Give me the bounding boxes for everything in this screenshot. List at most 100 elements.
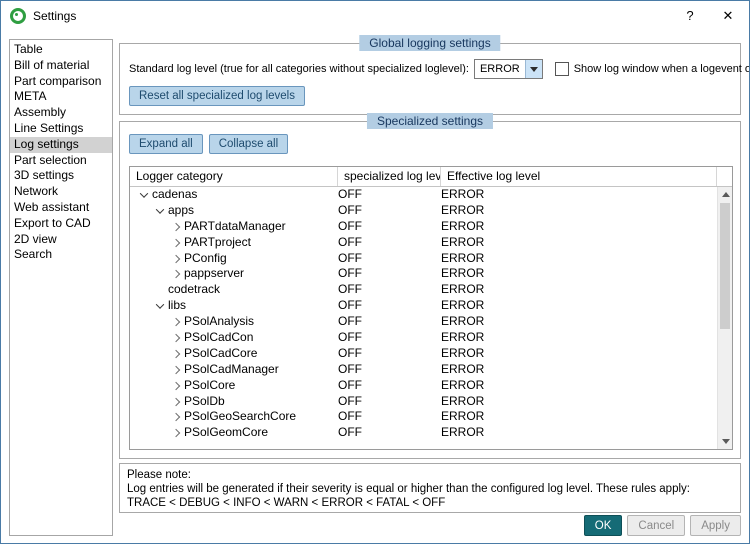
tree-row-psolgeosearchcore[interactable]: PSolGeoSearchCore OFF ERROR xyxy=(130,409,717,425)
sidebar-item-line-settings[interactable]: Line Settings xyxy=(10,121,112,137)
tree-row-cadenas[interactable]: cadenas OFF ERROR xyxy=(130,187,717,203)
specialized-group-title: Specialized settings xyxy=(366,113,494,129)
reset-specialized-levels-button[interactable]: Reset all specialized log levels xyxy=(129,86,305,106)
sidebar-item-network[interactable]: Network xyxy=(10,184,112,200)
tree-row-pappserver[interactable]: pappserver OFF ERROR xyxy=(130,266,717,282)
specialized-level-value: OFF xyxy=(338,298,362,313)
column-header-effective-level[interactable]: Effective log level xyxy=(441,167,717,186)
note-line-2: Log entries will be generated if their s… xyxy=(127,483,690,495)
show-log-window-checkbox[interactable] xyxy=(554,62,569,76)
note-line-1: Please note: xyxy=(127,469,191,481)
collapse-arrow-icon[interactable] xyxy=(136,187,152,203)
help-button[interactable]: ? xyxy=(679,7,701,25)
specialized-level-value: OFF xyxy=(338,234,362,249)
sidebar-item-part-selection[interactable]: Part selection xyxy=(10,153,112,169)
expand-arrow-icon[interactable] xyxy=(168,362,184,378)
scroll-down-icon[interactable] xyxy=(718,434,732,449)
effective-level-value: ERROR xyxy=(441,393,485,408)
sidebar-item-export-to-cad[interactable]: Export to CAD xyxy=(10,216,112,232)
tree-row-apps[interactable]: apps OFF ERROR xyxy=(130,203,717,219)
apply-button[interactable]: Apply xyxy=(690,515,741,536)
tree-toolbar: Expand all Collapse all xyxy=(129,134,289,154)
specialized-level-value: OFF xyxy=(338,393,362,408)
logger-category-label: PARTdataManager xyxy=(184,218,286,233)
specialized-level-value: OFF xyxy=(338,345,362,360)
close-button[interactable]: ✕ xyxy=(717,7,739,25)
effective-level-value: ERROR xyxy=(441,361,485,376)
tree-row-psolanalysis[interactable]: PSolAnalysis OFF ERROR xyxy=(130,314,717,330)
expand-arrow-icon[interactable] xyxy=(168,425,184,441)
column-header-specialized-level[interactable]: specialized log level xyxy=(338,167,441,186)
tree-row-pconfig[interactable]: PConfig OFF ERROR xyxy=(130,251,717,267)
scrollbar-thumb[interactable] xyxy=(720,203,730,329)
sidebar-item-meta[interactable]: META xyxy=(10,89,112,105)
chevron-down-icon[interactable] xyxy=(524,60,542,78)
expand-arrow-icon[interactable] xyxy=(168,330,184,346)
sidebar-item-search[interactable]: Search xyxy=(10,247,112,263)
logger-category-label: codetrack xyxy=(168,282,221,297)
sidebar-item-web-assistant[interactable]: Web assistant xyxy=(10,200,112,216)
tree-row-psolcadcore[interactable]: PSolCadCore OFF ERROR xyxy=(130,346,717,362)
logger-category-label: PSolAnalysis xyxy=(184,314,255,329)
log-level-value: ERROR xyxy=(479,63,520,75)
global-group-title: Global logging settings xyxy=(359,35,501,51)
sidebar-item-assembly[interactable]: Assembly xyxy=(10,105,112,121)
show-log-window-label: Show log window when a logevent occur xyxy=(573,63,749,75)
effective-level-value: ERROR xyxy=(441,187,485,201)
collapse-arrow-icon[interactable] xyxy=(152,298,168,314)
sidebar-item-2d-view[interactable]: 2D view xyxy=(10,232,112,248)
expand-arrow-icon[interactable] xyxy=(168,266,184,282)
column-header-logger-category[interactable]: Logger category xyxy=(130,167,338,186)
sidebar-item-3d-settings[interactable]: 3D settings xyxy=(10,168,112,184)
expand-arrow-icon[interactable] xyxy=(168,251,184,267)
show-log-window-option[interactable]: Show log window when a logevent occur xyxy=(554,62,749,76)
vertical-scrollbar[interactable] xyxy=(717,187,732,449)
standard-log-level-row: Standard log level (true for all categor… xyxy=(129,59,749,79)
logger-category-label: PSolCadCon xyxy=(184,330,254,345)
tree-row-codetrack[interactable]: codetrack OFF ERROR xyxy=(130,282,717,298)
tree-row-libs[interactable]: libs OFF ERROR xyxy=(130,298,717,314)
effective-level-value: ERROR xyxy=(441,218,485,233)
effective-level-value: ERROR xyxy=(441,282,485,297)
expand-arrow-icon[interactable] xyxy=(168,378,184,394)
note-box: Please note: Log entries will be generat… xyxy=(119,463,741,513)
cancel-button[interactable]: Cancel xyxy=(627,515,686,536)
sidebar-item-log-settings[interactable]: Log settings xyxy=(10,136,112,153)
specialized-settings-group: Specialized settings Expand all Collapse… xyxy=(119,113,741,459)
sidebar-item-bill-of-material[interactable]: Bill of material xyxy=(10,58,112,74)
effective-level-value: ERROR xyxy=(441,314,485,329)
expand-arrow-icon[interactable] xyxy=(168,346,184,362)
tree-row-partproject[interactable]: PARTproject OFF ERROR xyxy=(130,235,717,251)
collapse-arrow-icon[interactable] xyxy=(152,203,168,219)
sidebar-item-part-comparison[interactable]: Part comparison xyxy=(10,74,112,90)
log-level-select[interactable]: ERROR xyxy=(473,59,543,79)
expand-arrow-icon[interactable] xyxy=(168,314,184,330)
effective-level-value: ERROR xyxy=(441,250,485,265)
tree-row-psolcadmanager[interactable]: PSolCadManager OFF ERROR xyxy=(130,362,717,378)
logger-category-label: PSolGeoSearchCore xyxy=(184,409,297,424)
tree-row-psoldb[interactable]: PSolDb OFF ERROR xyxy=(130,394,717,410)
effective-level-value: ERROR xyxy=(441,234,485,249)
specialized-level-value: OFF xyxy=(338,361,362,376)
expand-arrow-icon[interactable] xyxy=(168,409,184,425)
scroll-up-icon[interactable] xyxy=(718,187,732,202)
standard-log-level-label: Standard log level (true for all categor… xyxy=(129,63,469,75)
collapse-all-button[interactable]: Collapse all xyxy=(208,134,289,154)
logger-tree-table: Logger category specialized log level Ef… xyxy=(129,166,733,450)
sidebar-item-table[interactable]: Table xyxy=(10,42,112,58)
tree-row-partdatamanager[interactable]: PARTdataManager OFF ERROR xyxy=(130,219,717,235)
expand-arrow-icon[interactable] xyxy=(168,219,184,235)
note-line-3: TRACE < DEBUG < INFO < WARN < ERROR < FA… xyxy=(127,497,446,509)
tree-row-psolgeomcore[interactable]: PSolGeomCore OFF ERROR xyxy=(130,425,717,441)
specialized-level-value: OFF xyxy=(338,330,362,345)
expand-arrow-icon[interactable] xyxy=(168,394,184,410)
ok-button[interactable]: OK xyxy=(583,515,623,536)
effective-level-value: ERROR xyxy=(441,425,485,440)
expand-arrow-icon[interactable] xyxy=(168,235,184,251)
tree-row-psolcore[interactable]: PSolCore OFF ERROR xyxy=(130,378,717,394)
specialized-level-value: OFF xyxy=(338,218,362,233)
tree-row-psolcadcon[interactable]: PSolCadCon OFF ERROR xyxy=(130,330,717,346)
expand-all-button[interactable]: Expand all xyxy=(129,134,203,154)
specialized-level-value: OFF xyxy=(338,425,362,440)
logger-category-label: PSolDb xyxy=(184,393,225,408)
